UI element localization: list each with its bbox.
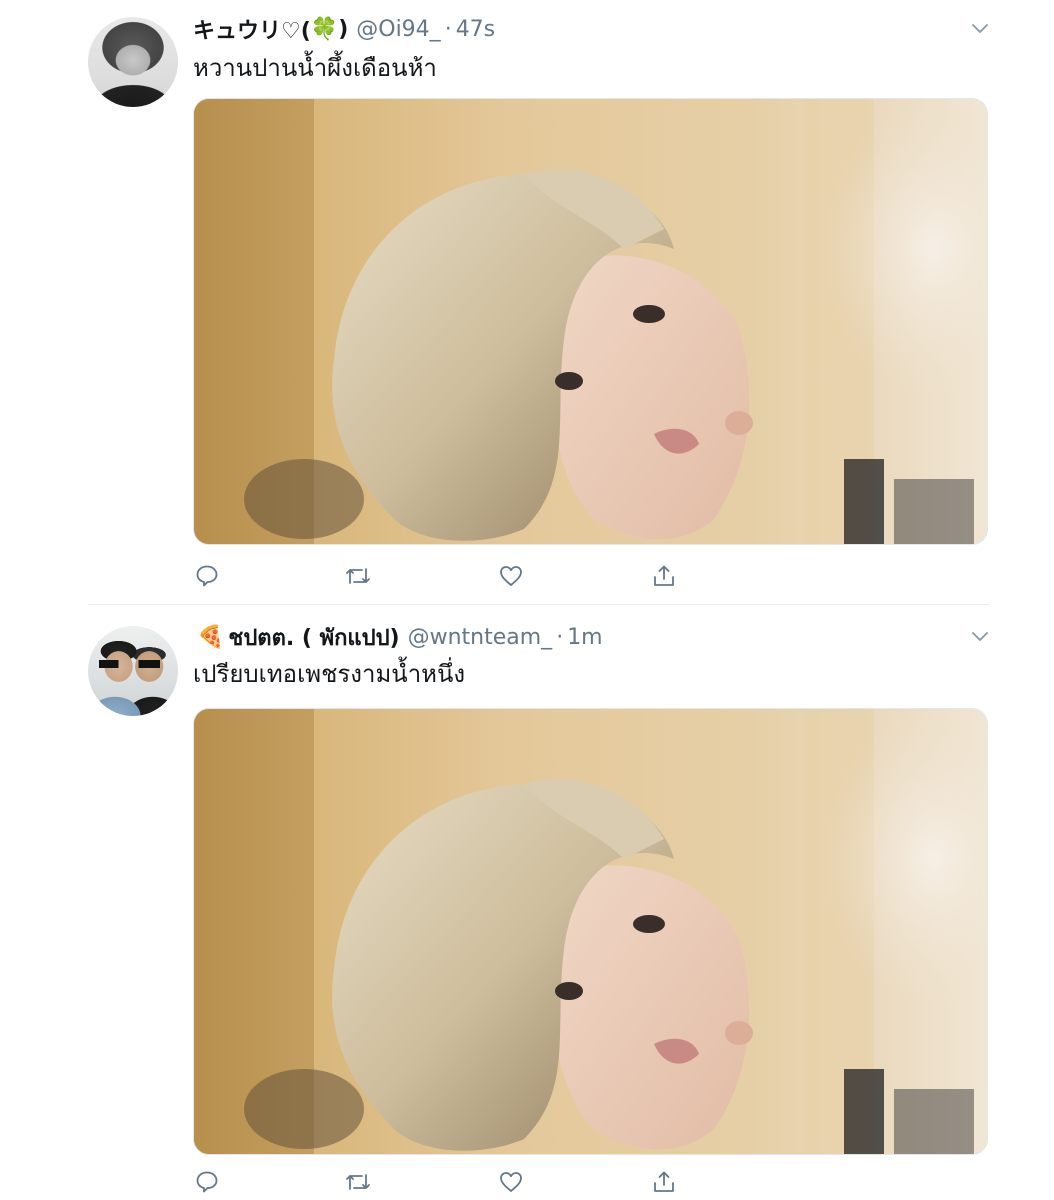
display-name-suffix: ) [338, 16, 349, 42]
photo-illustration [194, 709, 987, 1154]
avatar[interactable] [88, 626, 178, 716]
tweet-text: เปรียบเทอเพชรงามน้ำหนึ่ง [193, 660, 466, 688]
share-button[interactable] [650, 562, 678, 590]
timestamp[interactable]: 1m [567, 625, 602, 650]
tweet-header: 🍕 ชปตต. ( พักแปป) @wntnteam_ · 1m [193, 621, 603, 653]
tweet-actions [193, 562, 693, 590]
retweet-icon [346, 1174, 370, 1190]
like-button[interactable] [497, 1168, 525, 1196]
like-icon [500, 1172, 522, 1192]
tweet-header: キュウリ♡( 🍀 ) @Oi94_ · 47s [193, 13, 495, 45]
tweet-actions [193, 1168, 693, 1196]
reply-button[interactable] [193, 562, 221, 590]
tweet-divider [88, 604, 990, 605]
tweet-text: หวานปานน้ำผึ้งเดือนห้า [193, 54, 437, 82]
timestamp[interactable]: 47s [456, 17, 495, 42]
share-button[interactable] [650, 1168, 678, 1196]
clover-emoji: 🍀 [310, 16, 339, 42]
display-name[interactable]: キュウリ♡( [193, 13, 311, 45]
reply-button[interactable] [193, 1168, 221, 1196]
display-name[interactable]: ชปตต. ( พักแปป) [228, 620, 399, 655]
timeline: キュウリ♡( 🍀 ) @Oi94_ · 47s หวานปานน้ำผึ้งเด… [0, 0, 1054, 1200]
chevron-down-icon[interactable] [970, 22, 990, 36]
tweet-photo[interactable] [193, 708, 988, 1155]
share-icon [654, 565, 674, 586]
like-button[interactable] [497, 562, 525, 590]
share-icon [654, 1171, 674, 1192]
retweet-icon [346, 568, 370, 584]
chevron-down-icon[interactable] [970, 630, 990, 644]
like-icon [500, 566, 522, 586]
tweet[interactable]: 🍕 ชปตต. ( พักแปป) @wntnteam_ · 1m เปรียบ… [0, 606, 1054, 1200]
avatar[interactable] [88, 17, 178, 107]
tweet[interactable]: キュウリ♡( 🍀 ) @Oi94_ · 47s หวานปานน้ำผึ้งเด… [0, 0, 1054, 604]
user-handle[interactable]: @wntnteam_ [408, 625, 553, 650]
user-handle[interactable]: @Oi94_ [356, 17, 440, 42]
retweet-button[interactable] [344, 562, 372, 590]
separator: · [556, 624, 564, 650]
tweet-photo[interactable] [193, 98, 988, 545]
retweet-button[interactable] [344, 1168, 372, 1196]
photo-illustration [194, 99, 987, 544]
pizza-emoji: 🍕 [197, 624, 225, 650]
separator: · [444, 16, 452, 42]
reply-icon [196, 565, 218, 587]
reply-icon [196, 1171, 218, 1193]
